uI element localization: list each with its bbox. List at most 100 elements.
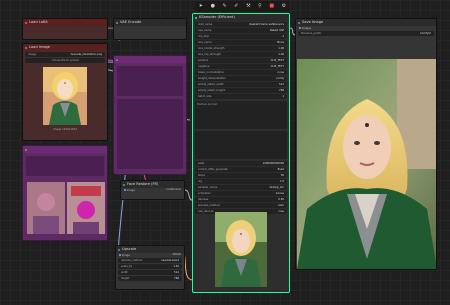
node-header[interactable] [114, 56, 186, 63]
widget-row[interactable]: empty_latent_height 768 [195, 88, 287, 93]
negative-text-area[interactable] [117, 99, 183, 169]
output-image [297, 59, 436, 269]
widget-value: auto [278, 204, 284, 207]
field-value: ComfyUI [420, 32, 431, 35]
widget-row[interactable]: empty_latent_width 512 [195, 82, 287, 87]
wrench-icon[interactable]: ⚒ [246, 1, 250, 11]
node-header[interactable]: KSampler (Efficient) [193, 14, 289, 21]
widget-row[interactable]: ckpt_name RealisticVision.safetensors [195, 22, 287, 27]
widget-row[interactable]: positive CLIP_TEXT [195, 58, 287, 63]
node-header[interactable]: Load Image [23, 44, 107, 51]
widget-value: dpmpp_2m [269, 186, 284, 189]
node-header[interactable]: Face Restore (FR) [121, 181, 184, 188]
widget-row[interactable]: clip_skip -1 [195, 34, 287, 39]
widget-label: positive [198, 59, 209, 62]
save-image-node[interactable]: Save Image images filename_prefix ComfyUI [295, 18, 437, 270]
widget-label: weight_interpretation [198, 77, 226, 80]
widget-row[interactable]: denoise 0.50 [195, 197, 287, 202]
widget-value: 7.0 [279, 180, 284, 183]
input-image-preview [43, 67, 87, 125]
upscale-node[interactable]: Upscale image IMAGE upscale_method nearest… [115, 245, 185, 290]
upscale-method-field[interactable]: upscale_method nearest-exact [118, 258, 182, 263]
field-value: nearest-exact [161, 259, 179, 262]
node-title: Face Restore (FR) [127, 182, 159, 186]
sampler-node[interactable]: KSampler (Efficient) ckpt_name RealisticV… [192, 13, 290, 293]
loader-widgets: ckpt_name RealisticVision.safetensors vae_… [193, 22, 289, 99]
input-slot[interactable]: images [296, 26, 436, 30]
widget-row[interactable]: seed 1000000000000 [195, 161, 287, 166]
field-value: 512 [174, 271, 179, 274]
widget-row[interactable]: control_after_generate fixed [195, 167, 287, 172]
input-slot[interactable]: image codeformer [121, 188, 184, 192]
field-label: filename_prefix [301, 32, 322, 35]
load-image-node[interactable]: Load Image image tsunade_illustration.png… [22, 43, 108, 141]
node-title: Upscale [122, 247, 137, 251]
widget-row[interactable]: vae_name Baked VAE [195, 28, 287, 33]
widget-row[interactable]: sampler_name dpmpp_2m [195, 185, 287, 190]
widget-row[interactable]: scheduler karras [195, 191, 287, 196]
filename-prefix-field[interactable]: filename_prefix ComfyUI [298, 31, 434, 36]
sampler-output-preview [215, 212, 267, 287]
image-file-select[interactable]: image tsunade_illustration.png [25, 52, 105, 57]
image-batch-node[interactable] [22, 145, 108, 241]
widget-label: denoise [198, 198, 209, 201]
node-header[interactable]: Save Image [296, 19, 436, 26]
widget-row[interactable]: token_normalization none [195, 70, 287, 75]
upload-button[interactable]: choose file to upload [25, 58, 105, 63]
widget-value: comfy [276, 77, 284, 80]
prompt-text-area[interactable] [117, 66, 183, 96]
widget-row[interactable]: weight_interpretation comfy [195, 76, 287, 81]
widget-value: fixed [277, 168, 284, 171]
widget-label: lora_model_strength [198, 47, 225, 50]
widget-row[interactable]: lora_clip_strength 1.00 [195, 52, 287, 57]
widget-row[interactable]: lora_name None [195, 40, 287, 45]
pen-icon[interactable]: ✎ [223, 1, 227, 11]
widget-label: steps [198, 174, 205, 177]
widget-label: sampler_name [198, 186, 218, 189]
positive-prompt-area[interactable]: Positive prompt [195, 101, 287, 129]
node-header[interactable]: VAE Encode [114, 19, 186, 26]
widget-row[interactable]: batch_size 1 [195, 94, 287, 99]
widget-value: RealisticVision.safetensors [249, 23, 284, 26]
sampler-widgets: seed 1000000000000 control_after_generate f… [193, 161, 289, 214]
node-header[interactable]: Load LoRA [23, 19, 107, 26]
field-value: 1.50 [173, 265, 179, 268]
comic-image-2 [67, 182, 105, 234]
pin-icon[interactable]: ⚲ [258, 1, 262, 11]
load-lora-node[interactable]: Load LoRA [22, 18, 108, 40]
vae-encode-node[interactable]: VAE Encode [113, 18, 187, 40]
prompt-label: Positive prompt [197, 103, 218, 106]
circle-icon[interactable]: ● [211, 1, 215, 11]
widget-value: -1 [281, 35, 284, 38]
face-restore-node[interactable]: Face Restore (FR) image codeformer [120, 180, 185, 200]
node-title: KSampler (Efficient) [199, 15, 235, 19]
negative-prompt-area[interactable] [195, 131, 287, 159]
widget-value: 1 [282, 95, 284, 98]
widget-row[interactable]: steps 30 [195, 173, 287, 178]
widget-label: seed [198, 162, 205, 165]
widget-label: scheduler [198, 192, 211, 195]
node-title: Save Image [302, 20, 324, 24]
widget-label: empty_latent_width [198, 83, 224, 86]
widget-label: lora_clip_strength [198, 53, 221, 56]
field-label: scale_by [121, 265, 133, 268]
node-title: Load LoRA [29, 20, 48, 24]
height-field[interactable]: height 768 [118, 276, 182, 281]
widget-row[interactable]: preview_method auto [195, 203, 287, 208]
widget-row[interactable]: lora_model_strength 1.00 [195, 46, 287, 51]
delete-icon[interactable]: ■ [269, 1, 274, 11]
width-field[interactable]: width 512 [118, 270, 182, 275]
widget-row[interactable]: negative CLIP_TEXT [195, 64, 287, 69]
settings-icon[interactable]: ⚙ [282, 1, 286, 11]
widget-value: CLIP_TEXT [270, 59, 284, 62]
prompt-group-node[interactable] [113, 55, 187, 175]
node-header[interactable]: Upscale [116, 246, 184, 253]
scale-by-field[interactable]: scale_by 1.50 [118, 264, 182, 269]
brush-icon[interactable]: ✐ [234, 1, 238, 11]
slot-value: codeformer [166, 188, 181, 191]
widget-row[interactable]: cfg 7.0 [195, 179, 287, 184]
batch-text-area[interactable] [26, 156, 104, 176]
node-header[interactable] [23, 146, 107, 153]
cursor-icon[interactable]: ➤ [199, 1, 203, 11]
input-slot[interactable]: image IMAGE [116, 253, 184, 257]
